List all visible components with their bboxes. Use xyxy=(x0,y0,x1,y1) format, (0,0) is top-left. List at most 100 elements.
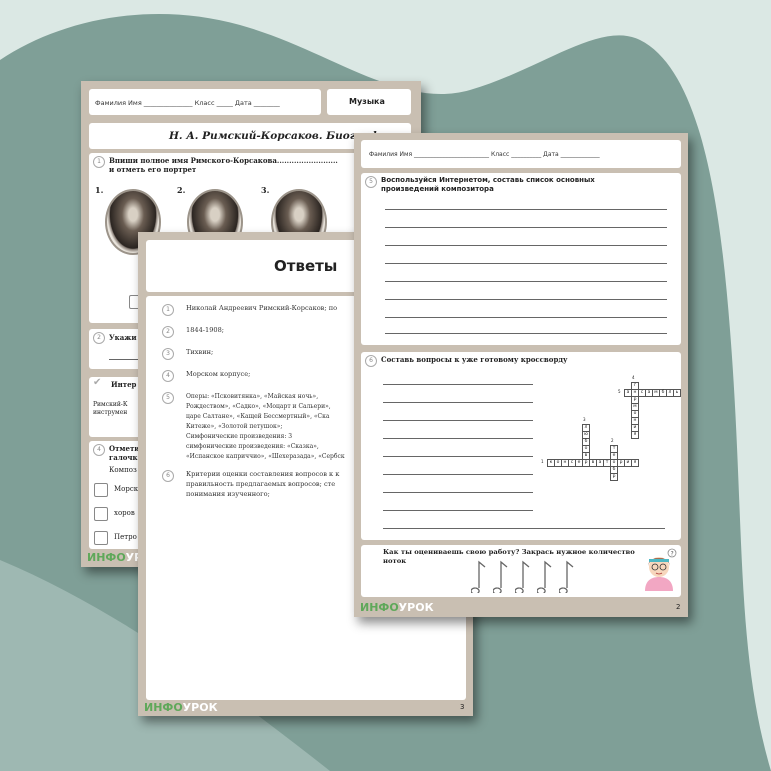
music-note-icon[interactable] xyxy=(493,559,509,593)
page-number: 2 xyxy=(676,603,681,611)
girl-illustration-icon: ? xyxy=(645,548,677,591)
answer-line xyxy=(383,492,533,493)
answer-line xyxy=(383,438,533,439)
crossword-cell[interactable]: е xyxy=(610,452,618,460)
check-icon: ✔ xyxy=(93,377,102,388)
task6-title: Составь вопросы к уже готовому кроссворд… xyxy=(381,355,568,364)
subject-label: Музыка xyxy=(349,97,385,106)
option-label: Морск xyxy=(114,485,139,493)
answer-line: Оперы: «Псковитянка», «Майская ночь», xyxy=(186,393,319,400)
option-label: Петро xyxy=(114,533,137,541)
task5-title-2: произведений композитора xyxy=(381,185,494,193)
task3-line1: Римский-К xyxy=(93,401,128,408)
crossword-clue-number: 4 xyxy=(632,375,635,380)
page-number: 3 xyxy=(460,703,465,711)
answer-line: Китеже», «Золотой петушок»; xyxy=(186,423,283,430)
crossword-cell[interactable]: я xyxy=(631,431,639,439)
answer-line xyxy=(383,384,533,385)
answer-line xyxy=(383,420,533,421)
answer-line xyxy=(383,402,533,403)
logo-part-1: ИНФО xyxy=(360,601,399,614)
crossword-cell[interactable]: в xyxy=(582,452,590,460)
header-fields-box: Фамилия Имя _________________________ Кл… xyxy=(361,140,681,168)
task3-text: Интер xyxy=(111,380,137,389)
logo-part-1: ИНФО xyxy=(87,551,126,564)
answer-line: Симфонические произведения: 3 xyxy=(186,433,293,440)
option-checkbox[interactable] xyxy=(94,507,108,521)
worksheet-page-2: Фамилия Имя _________________________ Кл… xyxy=(354,133,688,617)
answer-line: симфонические произведения: «Сказка», xyxy=(186,443,319,450)
music-note-icon[interactable] xyxy=(559,559,575,593)
answer-number: 4 xyxy=(162,370,174,382)
crossword-cell[interactable]: р xyxy=(610,473,618,481)
answer-line xyxy=(383,510,533,511)
answer-line: царе Салтане», «Кащей Бессмертный», «Ска xyxy=(186,413,330,420)
answer-line xyxy=(383,474,533,475)
option-label: хоров xyxy=(114,509,135,517)
crossword-clue-number: 1 xyxy=(541,459,544,464)
answer-line xyxy=(385,317,667,318)
answer-text: Морском корпусе; xyxy=(186,370,251,378)
crossword-cell[interactable]: г xyxy=(631,382,639,390)
self-eval-text-2: ноток xyxy=(383,557,407,565)
task1-text: Впиши полное имя Римского-Корсакова.....… xyxy=(109,156,338,165)
logo-part-2: УРОК xyxy=(398,601,434,614)
portrait-number: 3. xyxy=(261,185,270,195)
music-note-icon[interactable] xyxy=(471,559,487,593)
answer-line: правильность предлагаемых вопросов; сте xyxy=(186,480,336,488)
answer-line xyxy=(385,281,667,282)
crossword-clue-number: 2 xyxy=(611,438,614,443)
task5-box: 5 Воспользуйся Интернетом, составь списо… xyxy=(361,173,681,345)
answer-line: «Испанское каприччио», «Шехеразада», «Се… xyxy=(186,453,345,460)
answer-line: понимания изученного; xyxy=(186,490,270,498)
task3-line2: инструмен xyxy=(93,409,128,416)
music-note-icon[interactable] xyxy=(537,559,553,593)
music-note-icon[interactable] xyxy=(515,559,531,593)
answer-number: 5 xyxy=(162,392,174,404)
crossword-cell[interactable]: ь xyxy=(673,389,681,397)
crossword-clue-number: 5 xyxy=(618,389,621,394)
answer-line: Критерии оценки составления вопросов к к xyxy=(186,470,340,478)
crossword-clue-number: 3 xyxy=(583,417,586,422)
self-eval-box: Как ты оцениваешь свою работу? Закрась н… xyxy=(361,545,681,597)
task5-title-1: Воспользуйся Интернетом, составь список … xyxy=(381,176,595,184)
answer-line xyxy=(385,299,667,300)
answer-number: 2 xyxy=(162,326,174,338)
answer-text: 1844-1908; xyxy=(186,326,225,334)
answer-line xyxy=(385,245,667,246)
portrait-number: 1. xyxy=(95,185,104,195)
task-number: 6 xyxy=(365,355,377,367)
logo-part-1: ИНФО xyxy=(144,701,183,714)
answer-text: Николай Андреевич Римский-Корсаков; по xyxy=(186,304,338,312)
svg-text:?: ? xyxy=(671,551,674,558)
option-checkbox[interactable] xyxy=(94,531,108,545)
infourok-logo: ИНФОУРОК xyxy=(144,701,218,714)
crossword-cell[interactable]: я xyxy=(631,459,639,467)
task2-text: Укажи xyxy=(109,333,137,342)
answer-text: Тихвин; xyxy=(186,348,214,356)
answer-line xyxy=(383,528,665,529)
header-fields-box: Фамилия Имя _______________ Класс _____ … xyxy=(89,89,321,115)
header-fields: Фамилия Имя _______________ Класс _____ … xyxy=(95,99,280,107)
answer-number: 6 xyxy=(162,470,174,482)
answers-title: Ответы xyxy=(274,257,338,275)
self-eval-text-1: Как ты оцениваешь свою работу? Закрась н… xyxy=(383,548,635,556)
task-number: 4 xyxy=(93,444,105,456)
answer-line xyxy=(385,263,667,264)
answer-number: 1 xyxy=(162,304,174,316)
task4-text-3: Композ xyxy=(109,466,137,474)
header-fields: Фамилия Имя _________________________ Кл… xyxy=(369,151,600,158)
option-checkbox[interactable] xyxy=(94,483,108,497)
answer-line xyxy=(385,209,667,210)
task6-box: 6 Составь вопросы к уже готовому кроссво… xyxy=(361,352,681,540)
task-number: 1 xyxy=(93,156,105,168)
answer-line xyxy=(385,227,667,228)
answer-number: 3 xyxy=(162,348,174,360)
task4-text-2: галочк xyxy=(109,453,138,462)
answer-line: Рождеством», «Садко», «Моцарт и Сальери»… xyxy=(186,403,331,410)
portrait-number: 2. xyxy=(177,185,186,195)
task-number: 5 xyxy=(365,176,377,188)
subject-box: Музыка xyxy=(327,89,411,115)
answer-line xyxy=(385,333,667,334)
infourok-logo: ИНФОУРОК xyxy=(360,601,434,614)
